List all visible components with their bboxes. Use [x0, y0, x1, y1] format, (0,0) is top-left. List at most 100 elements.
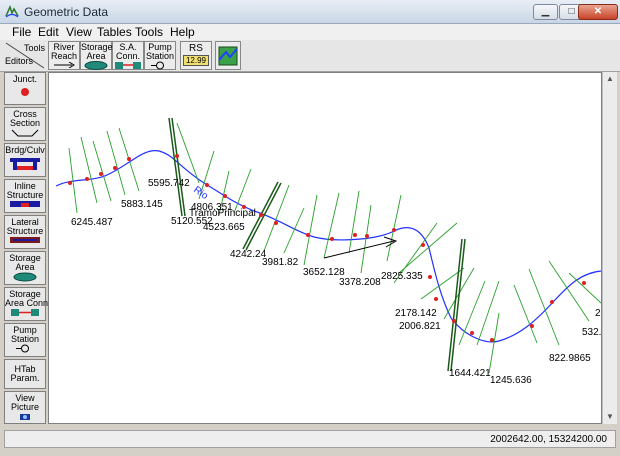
vertical-scrollbar[interactable]: ▲ ▼ — [602, 72, 617, 424]
storage-area-icon — [84, 61, 108, 70]
node-dot — [582, 281, 586, 285]
station-label: 1245.636 — [490, 375, 532, 386]
storage-area-conn-label: Storage Area Conn. — [5, 289, 51, 308]
cross-section-line[interactable] — [513, 284, 538, 344]
menu-help[interactable]: Help — [170, 25, 195, 39]
menu-view[interactable]: View — [66, 25, 92, 39]
node-dot — [99, 172, 103, 176]
cross-section-line[interactable] — [283, 207, 305, 254]
node-dot — [452, 319, 456, 323]
sa-conn-button[interactable]: S.A. Conn. — [112, 41, 144, 70]
station-label: 6245.487 — [71, 217, 113, 228]
coordinate-readout: 2002642.00, 15324200.00 — [490, 434, 607, 445]
storage-area-label: Storage Area — [81, 42, 113, 61]
inline-structure-button[interactable]: Inline Structure — [4, 179, 46, 213]
node-dot — [306, 233, 310, 237]
cross-section-line[interactable] — [398, 222, 458, 274]
close-button[interactable]: ✕ — [578, 4, 618, 20]
menu-tables[interactable]: Tables — [97, 25, 132, 39]
inline-structure-line[interactable] — [447, 238, 463, 372]
node-dot — [550, 300, 554, 304]
river-schematic: Rio TramoPrincipal 6245.487 5883.145 559… — [55, 117, 607, 386]
cross-section-line[interactable] — [106, 130, 126, 196]
river-reach-label: River Reach — [50, 42, 77, 61]
station-label: 1644.421 — [449, 368, 491, 379]
bridge-culvert-button[interactable]: Brdg/Culv — [4, 143, 46, 177]
scroll-down-arrow-icon[interactable]: ▼ — [603, 410, 617, 424]
cross-section-line[interactable] — [92, 140, 112, 202]
view-picture-button[interactable]: View Picture — [4, 391, 46, 424]
editors-label: Editors — [5, 56, 34, 66]
station-label: 4806.351 — [191, 202, 233, 213]
pump-station-editor-label: Pump Station — [10, 325, 40, 344]
junction-button[interactable]: Junct. — [4, 72, 46, 105]
station-labels: 6245.487 5883.145 5595.742 5120.552 4806… — [71, 178, 607, 386]
inline-structure-line[interactable] — [168, 117, 183, 217]
tools-editors-corner: Tools Editors — [4, 41, 46, 69]
cross-section-label: Cross Section — [9, 109, 41, 128]
menu-edit[interactable]: Edit — [38, 25, 59, 39]
cross-section-button[interactable]: Cross Section — [4, 107, 46, 141]
tools-label: Tools — [23, 43, 45, 53]
storage-area-editor-label: Storage Area — [9, 253, 41, 272]
htab-param-label: HTab Param. — [10, 364, 40, 383]
schematic-canvas[interactable]: Rio TramoPrincipal 6245.487 5883.145 559… — [48, 72, 607, 424]
map-layers-icon — [218, 46, 238, 66]
menu-file[interactable]: File — [12, 25, 31, 39]
cross-section-line[interactable] — [303, 194, 318, 266]
map-layers-button[interactable] — [215, 41, 241, 70]
pump-station-button[interactable]: Pump Station — [144, 41, 176, 70]
station-label: 3981.82 — [262, 257, 299, 268]
rs-value-badge: 12.99 — [182, 55, 210, 66]
cross-section-line[interactable] — [263, 184, 290, 252]
htab-param-button[interactable]: HTab Param. — [4, 359, 46, 389]
station-label: 5595.742 — [148, 178, 190, 189]
storage-area-conn-icon — [11, 309, 39, 316]
rs-button[interactable]: RS 12.99 — [180, 41, 212, 70]
cross-section-nodes — [68, 154, 586, 342]
station-label: 2825.335 — [381, 271, 423, 282]
storage-area-editor-button[interactable]: Storage Area — [4, 251, 46, 285]
station-label: 532.8 — [582, 327, 601, 338]
node-dot — [113, 166, 117, 170]
inline-structure-label: Inline Structure — [6, 181, 44, 200]
cross-section-line[interactable] — [548, 260, 590, 322]
station-label: 5883.145 — [121, 199, 163, 210]
node-dot — [490, 338, 494, 342]
window-title: Geometric Data — [24, 5, 109, 19]
toolbar: Tools Editors River Reach Storage Area S… — [0, 40, 620, 72]
node-dot — [470, 331, 474, 335]
cross-section-line[interactable] — [488, 312, 500, 374]
cross-section-line[interactable] — [323, 192, 340, 259]
cross-sections — [68, 122, 602, 374]
sa-conn-icon — [115, 62, 141, 69]
rs-label: RS — [189, 43, 203, 54]
node-dot — [175, 154, 179, 158]
station-label: 4523.665 — [203, 222, 245, 233]
menu-tools[interactable]: Tools — [135, 25, 163, 39]
river-reach-line[interactable] — [55, 150, 602, 343]
minimize-icon: ▁ — [541, 6, 550, 17]
pump-station-editor-button[interactable]: Pump Station — [4, 323, 46, 357]
cross-section-line[interactable] — [458, 280, 486, 346]
minimize-button[interactable]: ▁ — [533, 4, 558, 20]
station-label: 28 — [595, 308, 601, 319]
editors-panel: Junct. Cross Section Brdg/Culv Inline St… — [4, 72, 51, 424]
storage-area-conn-button[interactable]: Storage Area Conn. — [4, 287, 51, 321]
storage-area-button[interactable]: Storage Area — [80, 41, 113, 70]
inline-structure-line[interactable] — [450, 238, 466, 372]
cross-section-line[interactable] — [348, 190, 360, 254]
river-reach-button[interactable]: River Reach — [48, 41, 80, 70]
pump-icon — [151, 61, 164, 70]
cross-section-line[interactable] — [176, 122, 200, 184]
junction-icon — [21, 88, 29, 96]
node-dot — [274, 221, 278, 225]
scroll-up-arrow-icon[interactable]: ▲ — [603, 72, 617, 86]
station-label: 2006.821 — [399, 321, 441, 332]
lateral-structure-label: Lateral Structure — [6, 217, 44, 236]
river-name-label: Rio — [191, 184, 210, 202]
node-dot — [428, 275, 432, 279]
node-dot — [353, 233, 357, 237]
lateral-structure-button[interactable]: Lateral Structure — [4, 215, 46, 249]
node-dot — [421, 243, 425, 247]
